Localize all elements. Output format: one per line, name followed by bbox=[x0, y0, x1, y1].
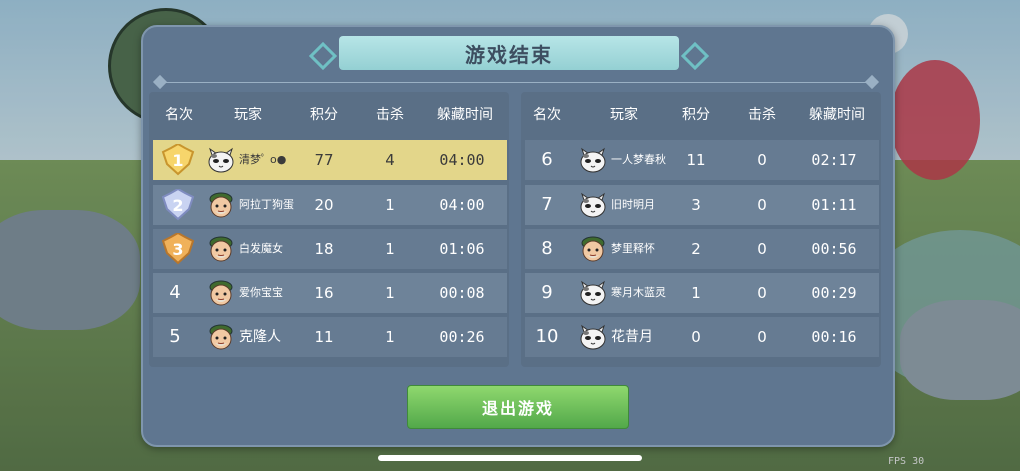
rank-number: 4 bbox=[169, 282, 181, 303]
table-header: 名次 玩家 积分 击杀 躲藏时间 bbox=[149, 92, 509, 132]
player-row: 1 清梦ﾟ o● 77 4 04:00 bbox=[153, 140, 507, 180]
player-row: 8 梦里释怀 2 0 00:56 bbox=[525, 229, 879, 269]
title-banner: 游戏结束 bbox=[339, 36, 679, 70]
player-hide-time: 00:26 bbox=[439, 328, 485, 346]
svg-text:3: 3 bbox=[172, 240, 183, 259]
old-man-avatar-icon bbox=[207, 323, 235, 351]
player-score: 16 bbox=[314, 284, 334, 302]
exit-game-button[interactable]: 退出游戏 bbox=[407, 385, 629, 429]
player-row: 10 花昔月 0 0 00:16 bbox=[525, 317, 879, 357]
header-rank: 名次 bbox=[165, 107, 193, 123]
player-score: 0 bbox=[691, 328, 701, 346]
player-hide-time: 00:56 bbox=[811, 240, 857, 258]
player-score: 20 bbox=[314, 196, 334, 214]
divider bbox=[159, 82, 875, 83]
player-kills: 0 bbox=[757, 196, 767, 214]
player-hide-time: 00:16 bbox=[811, 328, 857, 346]
header-hide-time: 躲藏时间 bbox=[809, 107, 865, 123]
header-kills: 击杀 bbox=[376, 107, 404, 123]
header-score: 积分 bbox=[310, 107, 338, 123]
player-kills: 1 bbox=[385, 328, 395, 346]
player-row: 9 寒月木蓝灵 1 0 00:29 bbox=[525, 273, 879, 313]
player-row: 4 爱你宝宝 16 1 00:08 bbox=[153, 273, 507, 313]
header-score: 积分 bbox=[682, 107, 710, 123]
old-man-avatar-icon bbox=[207, 191, 235, 219]
player-kills: 1 bbox=[385, 196, 395, 214]
cat-avatar-icon bbox=[579, 279, 607, 307]
header-kills: 击杀 bbox=[748, 107, 776, 123]
old-man-avatar-icon bbox=[207, 235, 235, 263]
player-hide-time: 00:08 bbox=[439, 284, 485, 302]
player-score: 2 bbox=[691, 240, 701, 258]
header-rank: 名次 bbox=[533, 107, 561, 123]
player-score: 77 bbox=[314, 151, 334, 169]
player-kills: 0 bbox=[757, 284, 767, 302]
header-player: 玩家 bbox=[610, 107, 638, 123]
player-kills: 1 bbox=[385, 240, 395, 258]
gold-medal-icon: 1 bbox=[161, 142, 195, 176]
player-kills: 4 bbox=[385, 151, 395, 169]
scoreboard-right: 名次 玩家 积分 击杀 躲藏时间 6 一人梦春秋 11 0 02:17 7 旧时明月 3 0 01… bbox=[521, 92, 881, 367]
divider-ornament-icon bbox=[152, 74, 168, 90]
player-score: 11 bbox=[686, 151, 706, 169]
silver-medal-icon: 2 bbox=[161, 187, 195, 221]
cat-avatar-icon bbox=[579, 146, 607, 174]
player-row: 7 旧时明月 3 0 01:11 bbox=[525, 185, 879, 225]
player-kills: 0 bbox=[757, 328, 767, 346]
player-hide-time: 01:06 bbox=[439, 240, 485, 258]
player-row: 3 白发魔女 18 1 01:06 bbox=[153, 229, 507, 269]
player-score: 11 bbox=[314, 328, 334, 346]
svg-text:1: 1 bbox=[172, 151, 183, 170]
panel-title: 游戏结束 bbox=[465, 42, 553, 67]
player-kills: 0 bbox=[757, 151, 767, 169]
cat-avatar-icon bbox=[579, 323, 607, 351]
cat-avatar-icon bbox=[207, 146, 235, 174]
player-hide-time: 02:17 bbox=[811, 151, 857, 169]
player-score: 18 bbox=[314, 240, 334, 258]
divider-ornament-icon bbox=[864, 74, 880, 90]
player-score: 3 bbox=[691, 196, 701, 214]
old-man-avatar-icon bbox=[207, 279, 235, 307]
header-player: 玩家 bbox=[234, 107, 262, 123]
bronze-medal-icon: 3 bbox=[161, 231, 195, 265]
player-kills: 0 bbox=[757, 240, 767, 258]
svg-text:2: 2 bbox=[172, 196, 183, 215]
player-row: 2 阿拉丁狗蛋 20 1 04:00 bbox=[153, 185, 507, 225]
game-over-panel: 游戏结束 名次 玩家 积分 击杀 躲藏时间 1 清梦ﾟ o● 77 4 04:00 2 阿拉… bbox=[141, 25, 895, 447]
table-header: 名次 玩家 积分 击杀 躲藏时间 bbox=[521, 92, 881, 132]
rank-number: 5 bbox=[169, 326, 181, 347]
player-hide-time: 00:29 bbox=[811, 284, 857, 302]
rank-number: 10 bbox=[535, 326, 559, 347]
rank-number: 8 bbox=[541, 238, 553, 259]
player-row: 6 一人梦春秋 11 0 02:17 bbox=[525, 140, 879, 180]
home-indicator[interactable] bbox=[378, 455, 642, 461]
rank-number: 6 bbox=[541, 149, 553, 170]
player-row: 5 克隆人 11 1 00:26 bbox=[153, 317, 507, 357]
player-score: 1 bbox=[691, 284, 701, 302]
player-hide-time: 04:00 bbox=[439, 151, 485, 169]
rank-number: 9 bbox=[541, 282, 553, 303]
player-hide-time: 04:00 bbox=[439, 196, 485, 214]
cat-avatar-icon bbox=[579, 191, 607, 219]
scoreboard-left: 名次 玩家 积分 击杀 躲藏时间 1 清梦ﾟ o● 77 4 04:00 2 阿拉丁狗蛋 20… bbox=[149, 92, 509, 367]
header-hide-time: 躲藏时间 bbox=[437, 107, 493, 123]
rank-number: 7 bbox=[541, 194, 553, 215]
player-hide-time: 01:11 bbox=[811, 196, 857, 214]
old-man-avatar-icon bbox=[579, 235, 607, 263]
player-kills: 1 bbox=[385, 284, 395, 302]
